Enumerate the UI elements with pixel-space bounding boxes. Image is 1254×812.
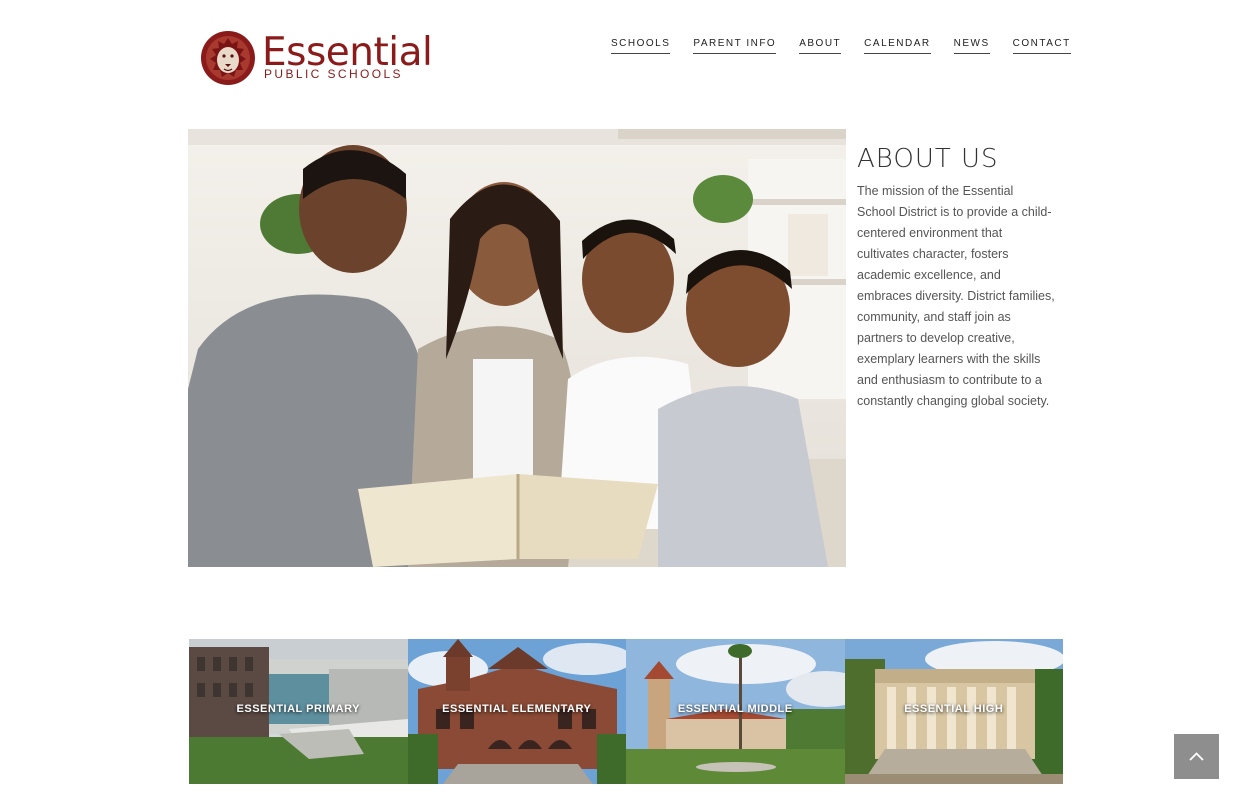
nav-schools[interactable]: SCHOOLS [611,38,671,54]
school-card-middle[interactable]: ESSENTIAL MIDDLE [626,639,845,784]
school-label-elementary: ESSENTIAL ELEMENTARY [442,703,592,715]
school-label-primary: ESSENTIAL PRIMARY [236,703,360,715]
brand-subtitle: PUBLIC SCHOOLS [264,67,403,81]
nav-parent-info[interactable]: PARENT INFO [693,38,777,54]
school-card-elementary[interactable]: ESSENTIAL ELEMENTARY [407,639,626,784]
school-label-high: ESSENTIAL HIGH [904,703,1004,715]
site-logo[interactable]: Essential PUBLIC SCHOOLS [200,30,433,88]
main-nav: SCHOOLS PARENT INFO ABOUT CALENDAR NEWS … [611,38,1071,54]
nav-contact[interactable]: CONTACT [1012,38,1071,54]
school-card-high[interactable]: ESSENTIAL HIGH [844,639,1063,784]
chevron-up-icon [1189,752,1204,761]
hero-family-photo [188,129,846,567]
school-cards: ESSENTIAL PRIMARY ESSENTIAL ELEMENTARY E… [189,639,1063,784]
school-label-middle: ESSENTIAL MIDDLE [677,703,793,715]
scroll-to-top-button[interactable] [1174,734,1219,779]
about-text: The mission of the Essential School Dist… [857,184,1055,408]
site-header: Essential PUBLIC SCHOOLS SCHOOLS PARENT … [0,0,1254,110]
about-title: ABOUT US [857,144,999,174]
nav-about[interactable]: ABOUT [799,38,842,54]
school-card-primary[interactable]: ESSENTIAL PRIMARY [189,639,408,784]
lion-head-icon [201,31,255,85]
nav-calendar[interactable]: CALENDAR [864,38,931,54]
nav-news[interactable]: NEWS [953,38,990,54]
